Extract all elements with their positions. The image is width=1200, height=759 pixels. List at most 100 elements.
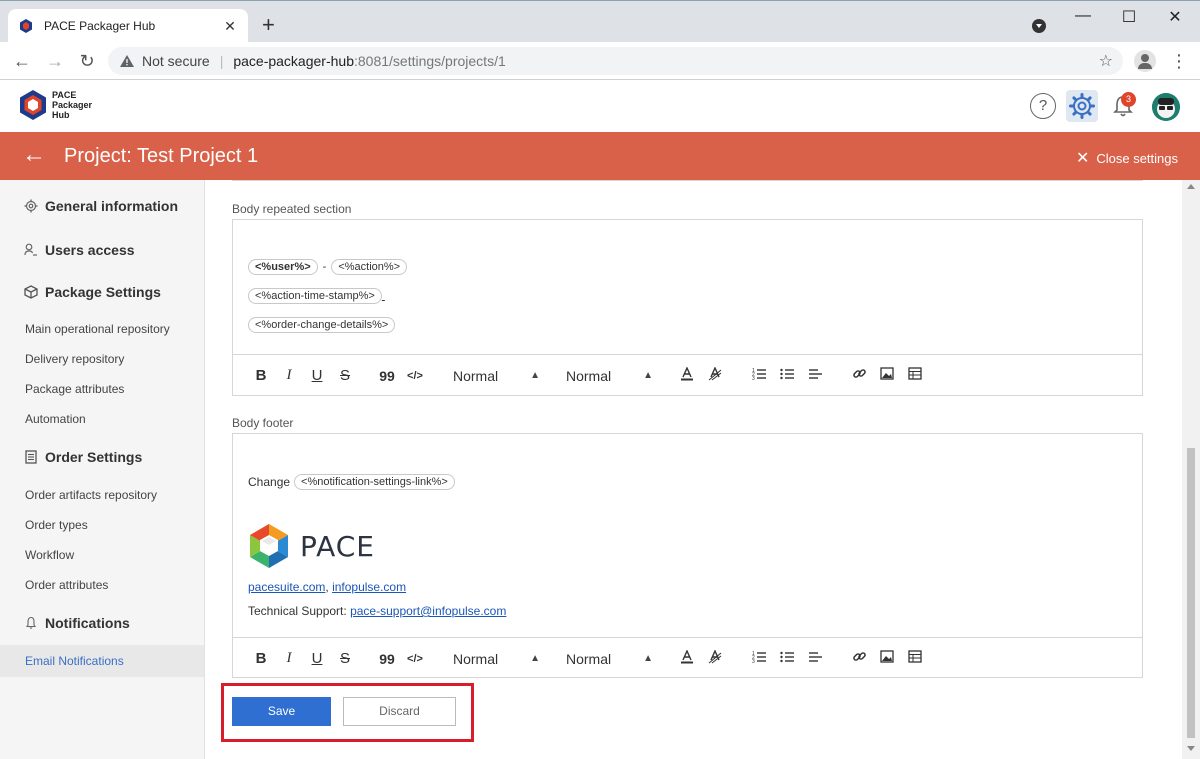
size-select[interactable]: Normal ▲: [554, 651, 667, 667]
bold-button[interactable]: B: [247, 650, 275, 667]
text-color-icon[interactable]: [673, 648, 701, 668]
maximize-icon[interactable]: ☐: [1106, 7, 1152, 27]
bookmark-star-icon[interactable]: ☆: [1099, 51, 1113, 71]
underline-button[interactable]: U: [303, 367, 331, 384]
table-icon[interactable]: [901, 367, 929, 384]
underline-button[interactable]: U: [303, 650, 331, 667]
svg-text:3: 3: [752, 659, 755, 664]
sidebar-section-order-settings[interactable]: Order Settings: [24, 449, 142, 465]
back-button[interactable]: ←: [22, 142, 46, 168]
sidebar-item-automation[interactable]: Automation: [25, 412, 86, 426]
editor-line: <%user%> - <%action%>: [248, 259, 408, 275]
notification-badge: 3: [1121, 92, 1136, 107]
size-select-value: Normal: [566, 367, 612, 384]
minimize-icon[interactable]: —: [1060, 7, 1106, 25]
sidebar-section-notifications[interactable]: Notifications: [24, 615, 130, 631]
tab-search-icon[interactable]: [1032, 19, 1046, 33]
tab-close-icon[interactable]: ✕: [222, 18, 238, 35]
save-button[interactable]: Save: [232, 697, 331, 726]
close-settings-button[interactable]: ✕ Close settings: [1076, 148, 1178, 168]
pacesuite-link[interactable]: pacesuite.com: [248, 580, 325, 594]
settings-button[interactable]: [1066, 90, 1098, 122]
body-repeated-editor[interactable]: <%user%> - <%action%> <%action-time-stam…: [232, 219, 1143, 396]
ordered-list-icon[interactable]: 123: [745, 367, 773, 385]
discard-button[interactable]: Discard: [343, 697, 456, 726]
bullet-list-icon[interactable]: [773, 650, 801, 668]
image-icon[interactable]: [873, 650, 901, 667]
link-icon[interactable]: [845, 649, 873, 668]
logo-text: PACE Packager Hub: [52, 90, 92, 120]
sidebar-item-workflow[interactable]: Workflow: [25, 548, 74, 562]
align-icon[interactable]: [801, 367, 829, 385]
page-scrollbar[interactable]: [1182, 180, 1200, 759]
bullet-list-icon[interactable]: [773, 367, 801, 385]
logo-line-1: PACE: [52, 90, 77, 100]
support-email-link[interactable]: pace-support@infopulse.com: [350, 604, 506, 618]
sidebar-item-delivery-repository[interactable]: Delivery repository: [25, 352, 124, 366]
scroll-down-arrow-icon[interactable]: [1187, 746, 1195, 751]
align-icon[interactable]: [801, 650, 829, 668]
avatar[interactable]: [1152, 93, 1180, 121]
code-button[interactable]: </>: [401, 370, 429, 382]
italic-button[interactable]: I: [275, 367, 303, 384]
close-icon: ✕: [1075, 150, 1090, 167]
new-tab-button[interactable]: +: [262, 14, 275, 36]
sidebar-item-package-attributes[interactable]: Package attributes: [25, 382, 124, 396]
window-close-icon[interactable]: ✕: [1152, 7, 1198, 27]
sidebar-label: Package Settings: [45, 284, 161, 300]
placeholder-chip-action-time-stamp[interactable]: <%action-time-stamp%>: [248, 288, 382, 304]
url-host: pace-packager-hub: [233, 53, 354, 69]
order-document-icon: [25, 450, 37, 464]
bold-button[interactable]: B: [247, 367, 275, 384]
strikethrough-button[interactable]: S: [331, 650, 359, 667]
code-button[interactable]: </>: [401, 653, 429, 665]
scrollbar-thumb[interactable]: [1187, 448, 1195, 738]
header-select[interactable]: Normal ▲: [441, 368, 554, 384]
size-select[interactable]: Normal ▲: [554, 368, 667, 384]
address-bar[interactable]: Not secure | pace-packager-hub:8081/sett…: [108, 47, 1123, 75]
text-color-icon[interactable]: [673, 365, 701, 385]
header-select[interactable]: Normal ▲: [441, 651, 554, 667]
background-color-icon[interactable]: [701, 365, 729, 385]
ordered-list-icon[interactable]: 123: [745, 650, 773, 668]
sidebar-item-order-artifacts-repository[interactable]: Order artifacts repository: [25, 488, 157, 502]
rich-text-toolbar: B I U S 99 </> Normal ▲ Normal ▲ 123: [233, 354, 1142, 396]
scroll-up-arrow-icon[interactable]: [1187, 184, 1195, 189]
placeholder-chip-notification-settings-link[interactable]: <%notification-settings-link%>: [294, 474, 455, 490]
blockquote-button[interactable]: 99: [373, 651, 401, 667]
background-color-icon[interactable]: [701, 648, 729, 668]
browser-menu-icon[interactable]: ⋮: [1170, 50, 1188, 72]
italic-button[interactable]: I: [275, 650, 303, 667]
infopulse-link[interactable]: infopulse.com: [332, 580, 406, 594]
email-notifications-editor: Body repeated section <%user%> - <%actio…: [206, 180, 1182, 759]
sidebar-item-email-notifications[interactable]: Email Notifications: [25, 654, 124, 668]
sidebar-item-order-types[interactable]: Order types: [25, 518, 88, 532]
previous-editor-edge: [232, 180, 1143, 181]
back-arrow-icon[interactable]: ←: [11, 50, 33, 72]
reload-icon[interactable]: ↻: [76, 50, 98, 72]
sidebar-section-package-settings[interactable]: Package Settings: [24, 284, 161, 300]
app-logo[interactable]: PACE Packager Hub: [18, 89, 92, 121]
placeholder-chip-order-change-details[interactable]: <%order-change-details%>: [248, 317, 396, 333]
body-footer-editor[interactable]: Change <%notification-settings-link%> PA…: [232, 433, 1143, 678]
account-icon[interactable]: [1134, 50, 1156, 72]
settings-sidebar: General information Users access Package…: [0, 180, 205, 759]
forward-arrow-icon[interactable]: →: [44, 50, 66, 72]
placeholder-chip-action[interactable]: <%action%>: [331, 259, 408, 275]
image-icon[interactable]: [873, 367, 901, 384]
gear-icon: [1069, 93, 1095, 119]
sidebar-item-general-information[interactable]: General information: [24, 198, 178, 214]
table-icon[interactable]: [901, 650, 929, 667]
help-icon[interactable]: ?: [1030, 93, 1056, 119]
sidebar-item-order-attributes[interactable]: Order attributes: [25, 578, 108, 592]
gear-icon: [24, 199, 38, 213]
sidebar-item-main-operational-repository[interactable]: Main operational repository: [25, 322, 170, 336]
select-arrows-icon: ▲: [643, 369, 653, 381]
placeholder-chip-user[interactable]: <%user%>: [248, 259, 318, 275]
sidebar-item-users-access[interactable]: Users access: [24, 242, 135, 258]
strikethrough-button[interactable]: S: [331, 367, 359, 384]
comma-text: ,: [325, 580, 329, 594]
link-icon[interactable]: [845, 366, 873, 385]
browser-tab[interactable]: PACE Packager Hub ✕: [8, 9, 248, 43]
blockquote-button[interactable]: 99: [373, 368, 401, 384]
